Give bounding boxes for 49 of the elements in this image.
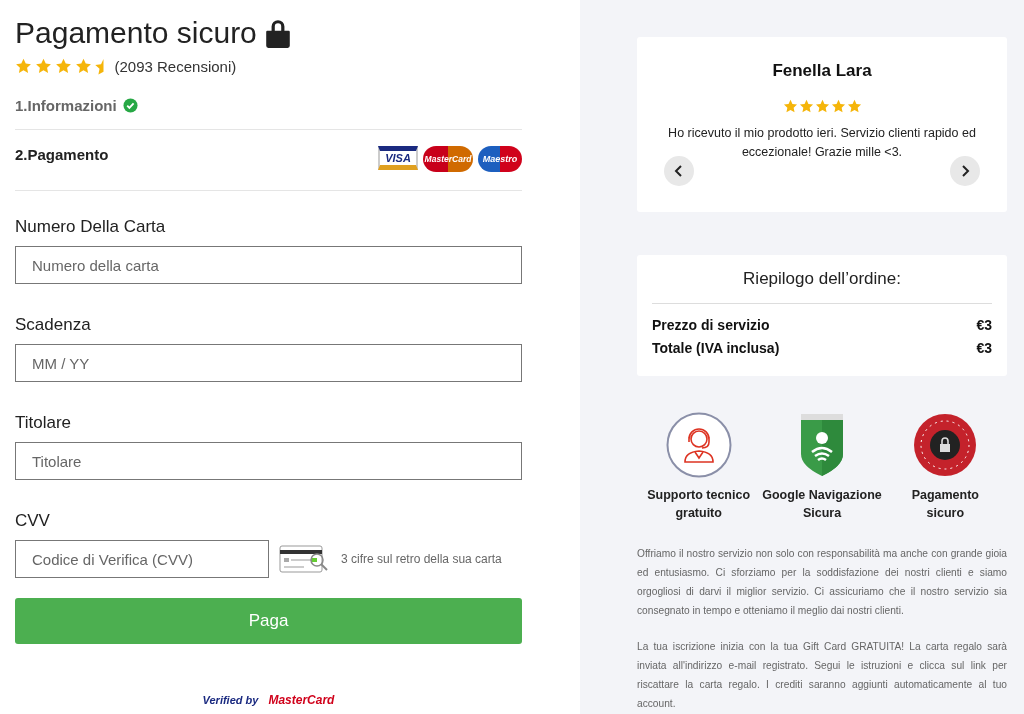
cvv-hint: 3 cifre sul retro della sua carta [341, 552, 502, 566]
star-icon [782, 99, 798, 114]
info-paragraph: Offriamo il nostro servizio non solo con responsabilità ma anche con grande gioia ed entusiasmo. Ci sforziamo per la soddisfazione dei nostri clienti e siamo orgogliosi di darvi il miglior servizio. Ci assicuriamo che il nostro servizio sia consegnato in tempo e otteniamo il meglio dai nostri clienti. [637, 547, 1007, 618]
star-icon [814, 99, 830, 114]
input-field[interactable]: Numero della carta [15, 246, 522, 284]
feature-label: Pagamento sicuro [910, 487, 980, 522]
next-button[interactable] [950, 156, 980, 186]
review-text: Ho ricevuto il mio prodotto ieri. Servizio clienti rapido ed eccezionale! Grazie mille <3. [667, 125, 977, 161]
field-label: CVV [15, 511, 51, 531]
review-count: (2093 Recensioni) [114, 58, 237, 75]
half-star-icon [95, 58, 104, 75]
brand-label: MasterCard [268, 694, 335, 707]
page-title: Pagamento sicuro [15, 16, 257, 50]
summary-label: Prezzo di servizio [652, 316, 770, 335]
summary-title: Riepilogo dell’ordine: [652, 269, 992, 304]
star-icon [798, 99, 814, 114]
star-icon [55, 58, 72, 75]
field-label: Numero Della Carta [15, 217, 167, 237]
feature-label: Supporto tecnico gratuito [646, 487, 752, 522]
chevron-left-icon [673, 165, 685, 177]
padlock-seal-icon [912, 412, 979, 478]
info-paragraph: La tua iscrizione inizia con la tua Gift Card GRATUITA! La carta regalo sarà inviata all'indirizzo e-mail registrato. Segui le istruzioni e clicca sul link per riscattare la carta regalo. I crediti saranno aggiunti automaticamente al tuo account. [637, 640, 1007, 711]
star-icon [846, 99, 862, 114]
chevron-right-icon [959, 165, 971, 177]
lock-icon [264, 18, 291, 48]
check-circle-icon [122, 98, 138, 113]
summary-value: €3 [976, 316, 992, 335]
card-logo: MasterCard [423, 146, 473, 172]
star-icon [15, 58, 32, 75]
star-icon [830, 99, 846, 114]
step-label: 1.Informazioni [15, 97, 117, 114]
card-logo: VISA [378, 146, 418, 170]
reviewer-name: Fenella Lara [771, 61, 873, 81]
summary-value: €3 [976, 339, 992, 358]
input-field[interactable]: Codice di Verifica (CVV) [15, 540, 269, 578]
input-field[interactable]: MM / YY [15, 344, 522, 382]
verified-label: Verified by [202, 694, 259, 707]
card-logo: Maestro [478, 146, 522, 172]
star-icon [35, 58, 52, 75]
previous-button[interactable] [664, 156, 694, 186]
pay-button[interactable]: Paga [15, 598, 522, 644]
feature-label: Google Navigazione Sicura [761, 487, 883, 522]
field-label: Scadenza [15, 315, 92, 335]
support-agent-icon [665, 412, 732, 478]
summary-label: Totale (IVA inclusa) [652, 339, 780, 358]
step-label: 2.Pagamento [15, 146, 109, 163]
field-label: Titolare [15, 413, 73, 433]
star-icon [75, 58, 92, 75]
input-field[interactable]: Titolare [15, 442, 522, 480]
